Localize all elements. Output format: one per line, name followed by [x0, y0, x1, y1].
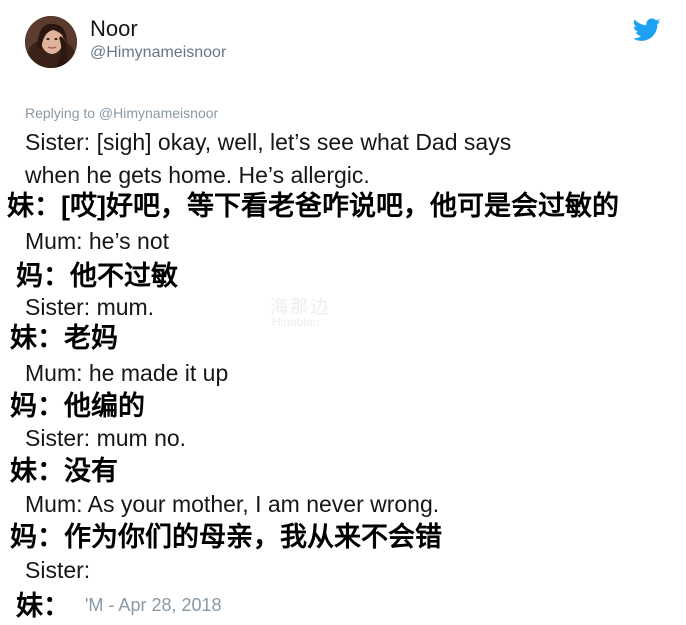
tweet-timestamp[interactable]: 'M - Apr 28, 2018: [85, 594, 222, 616]
translation-line: 妹：[哎]好吧，等下看老爸咋说吧，他可是会过敏的: [7, 191, 619, 221]
translation-line: 妹：没有: [10, 456, 118, 486]
tweet-text-line: Mum: he made it up: [25, 360, 229, 386]
tweet-text-line: Sister: mum no.: [25, 425, 187, 451]
watermark-en: Hinabian: [272, 315, 320, 329]
tweet-text-line: Sister: mum.: [25, 294, 155, 320]
translation-line: 妈：他不过敏: [16, 261, 178, 291]
author-handle[interactable]: @Himynameisnoor: [90, 43, 226, 63]
tweet-screenshot: Noor @Himynameisnoor Replying to @Himyna…: [0, 0, 686, 625]
translation-line: 妈：作为你们的母亲，我从来不会错: [10, 522, 442, 552]
tweet-text-line: Sister:: [25, 557, 91, 583]
translation-line: 妹：: [16, 591, 70, 621]
tweet-text-line: Sister: [sigh] okay, well, let’s see wha…: [25, 129, 512, 155]
watermark: 海那边 Hinabian: [268, 293, 418, 338]
tweet-text-line: Mum: he’s not: [25, 228, 170, 254]
translation-line: 妈：他编的: [10, 391, 145, 421]
translation-line: 妹：老妈: [10, 323, 118, 353]
author-name[interactable]: Noor: [90, 16, 138, 42]
avatar-image: [25, 16, 77, 68]
replying-to-label[interactable]: Replying to @Himynameisnoor: [25, 104, 218, 122]
twitter-bird-icon[interactable]: [632, 18, 661, 42]
tweet-text-line: when he gets home. He’s allergic.: [25, 162, 370, 188]
tweet-text-line: Mum: As your mother, I am never wrong.: [25, 491, 440, 517]
avatar[interactable]: [25, 16, 77, 68]
